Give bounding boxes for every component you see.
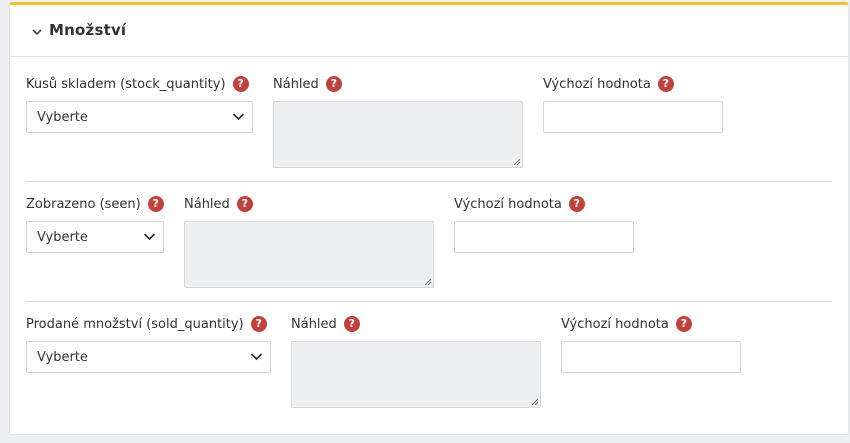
help-icon[interactable]: ? [250,316,267,332]
field-label: Prodané množství (sold_quantity) ? [26,314,267,334]
default-value-label: Výchozí hodnota ? [561,314,692,334]
preview-textarea[interactable] [273,101,523,168]
resize-grip-icon[interactable] [424,278,431,285]
select-value: Vyberte [37,109,88,125]
divider [26,301,832,302]
default-value-label: Výchozí hodnota ? [543,74,674,94]
help-icon[interactable]: ? [325,76,342,92]
field-select[interactable]: Vyberte [26,341,271,373]
field-label-text: Zobrazeno (seen) [26,196,141,212]
field-label-text: Kusů skladem (stock_quantity) [26,76,226,92]
field-label: Kusů skladem (stock_quantity) ? [26,74,249,94]
preview-label: Náhled ? [273,74,342,94]
help-icon[interactable]: ? [343,316,360,332]
default-label-text: Výchozí hodnota [454,196,562,212]
default-label-text: Výchozí hodnota [543,76,651,92]
preview-textarea[interactable] [291,341,541,408]
preview-label: Náhled ? [291,314,360,334]
chevron-down-icon [250,353,263,361]
resize-grip-icon[interactable] [531,398,538,405]
default-label-text: Výchozí hodnota [561,316,669,332]
field-select[interactable]: Vyberte [26,221,164,253]
panel-title: Množství [49,21,127,39]
preview-label-text: Náhled [184,196,230,212]
preview-label: Náhled ? [184,194,253,214]
field-label: Zobrazeno (seen) ? [26,194,164,214]
chevron-down-icon[interactable] [31,27,43,37]
preview-label-text: Náhled [291,316,337,332]
default-value-input[interactable] [561,341,741,373]
chevron-down-icon [232,113,245,121]
help-icon[interactable]: ? [236,196,253,212]
select-value: Vyberte [37,349,88,365]
select-value: Vyberte [37,229,88,245]
field-label-text: Prodané množství (sold_quantity) [26,316,244,332]
default-value-label: Výchozí hodnota ? [454,194,585,214]
default-value-input[interactable] [454,221,634,253]
help-icon[interactable]: ? [675,316,692,332]
help-icon[interactable]: ? [568,196,585,212]
preview-textarea[interactable] [184,221,434,288]
quantity-panel: Množství Kusů skladem (stock_quantity) ?… [9,2,849,435]
chevron-down-icon [143,233,156,241]
help-icon[interactable]: ? [657,76,674,92]
help-icon[interactable]: ? [232,76,249,92]
divider [26,181,832,182]
preview-label-text: Náhled [273,76,319,92]
help-icon[interactable]: ? [147,196,164,212]
field-select[interactable]: Vyberte [26,101,253,133]
default-value-input[interactable] [543,101,723,133]
panel-header[interactable]: Množství [10,5,848,57]
resize-grip-icon[interactable] [513,158,520,165]
